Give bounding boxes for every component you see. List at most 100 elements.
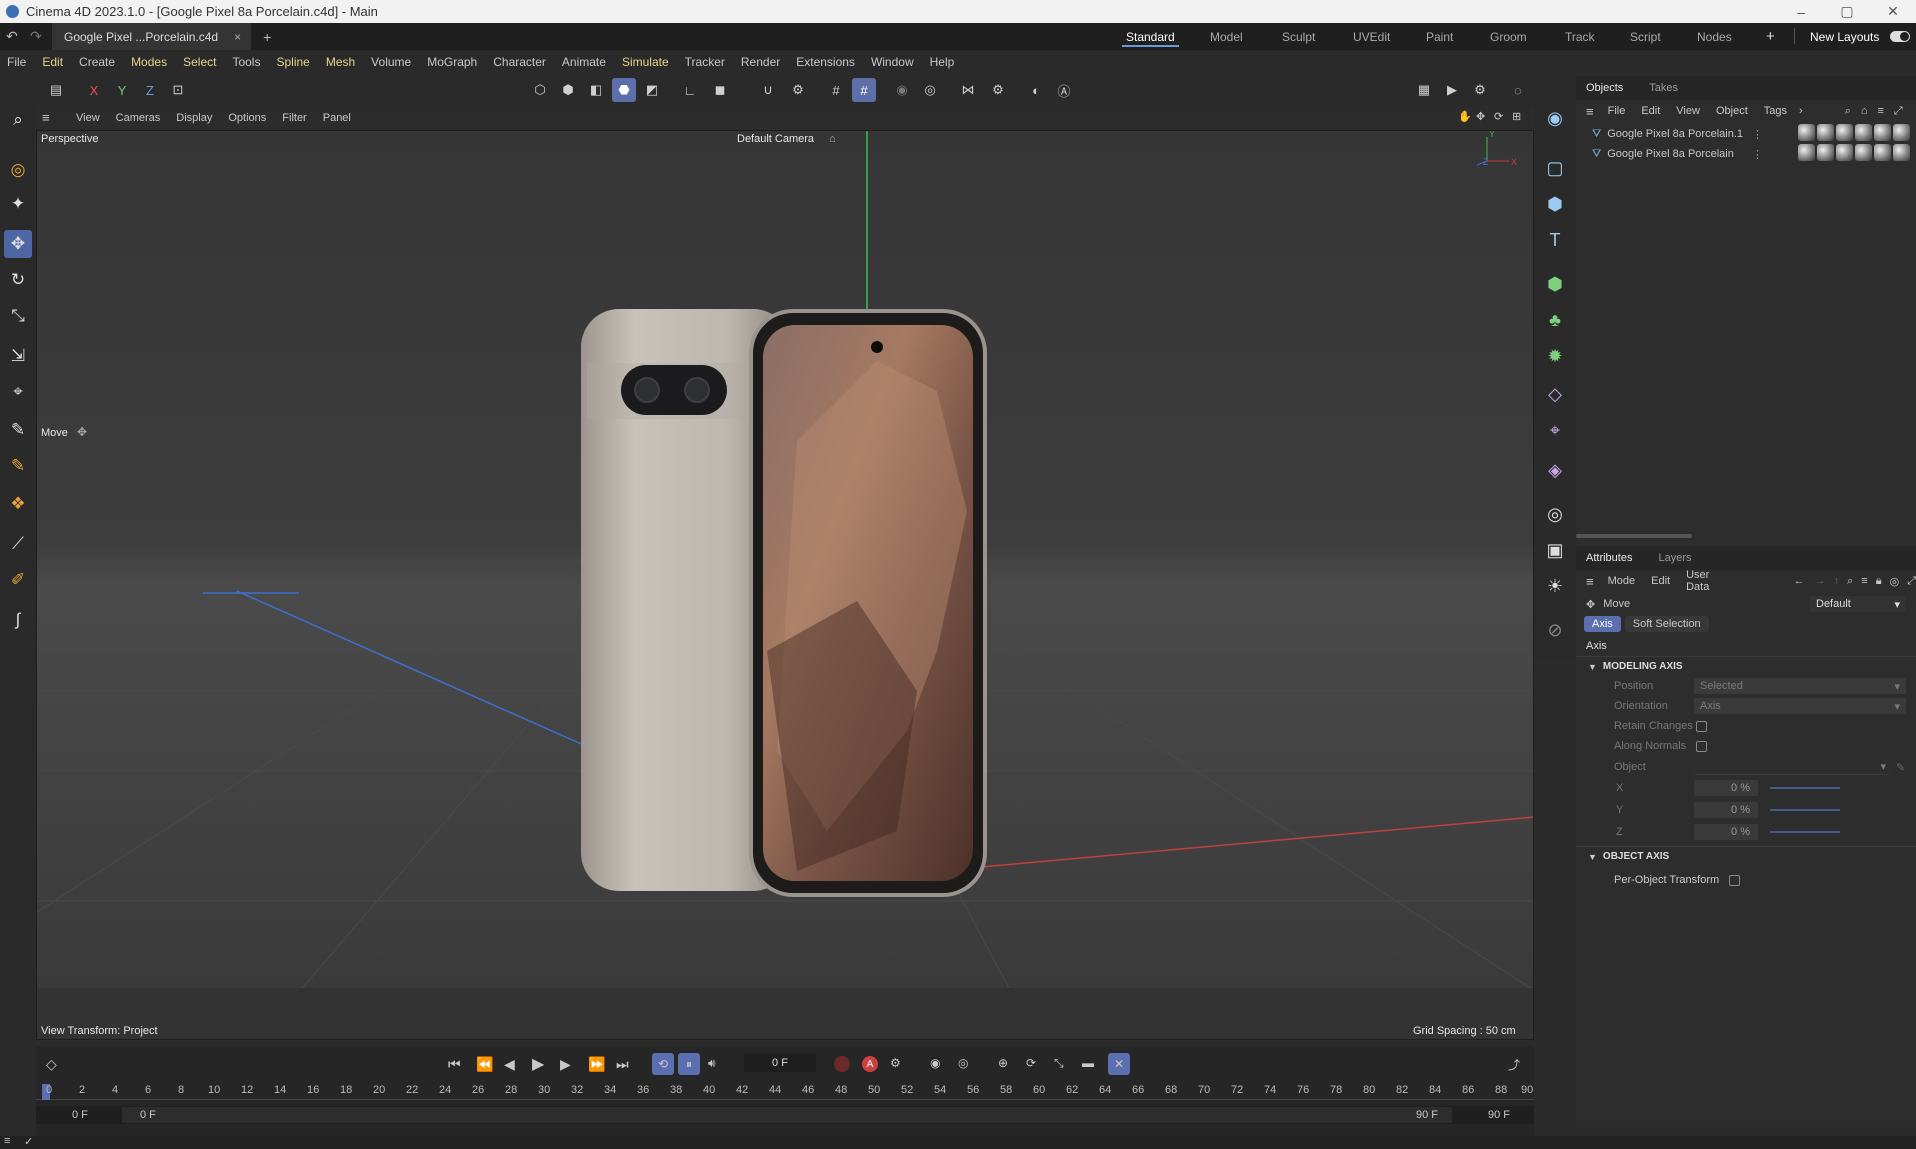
layout-tab-script[interactable]: Script — [1630, 23, 1661, 50]
add-tab-button[interactable]: + — [263, 29, 271, 45]
axis-mode-icon[interactable]: ∟ — [678, 78, 702, 102]
y-value-field[interactable]: 0 % — [1694, 802, 1758, 818]
viewport-camera-label[interactable]: Default Camera — [737, 133, 814, 145]
status-menu-icon[interactable]: ≡ — [4, 1135, 10, 1147]
current-frame-field[interactable]: 0 F — [744, 1054, 816, 1072]
orientation-dropdown[interactable]: Axis ▾ — [1694, 698, 1906, 714]
menu-mesh[interactable]: Mesh — [326, 55, 355, 69]
texture-mode-icon[interactable]: ◼ — [708, 78, 732, 102]
collapse-arrow-icon[interactable]: ▼ — [1588, 662, 1597, 672]
go-to-start-button[interactable]: ⏮ — [448, 1056, 461, 1073]
subtab-soft-selection[interactable]: Soft Selection — [1624, 616, 1709, 632]
symmetry-settings-icon[interactable]: ⚙ — [986, 78, 1010, 102]
z-value-field[interactable]: 0 % — [1694, 824, 1758, 840]
attributes-search-icon[interactable]: ⌕ — [1847, 575, 1853, 588]
camera-icon[interactable]: ⌂ — [829, 133, 836, 145]
x-slider[interactable] — [1770, 787, 1840, 789]
attributes-menu-mode[interactable]: Mode — [1608, 575, 1636, 587]
menu-render[interactable]: Render — [741, 55, 780, 69]
coordinate-system-icon[interactable]: ⊡ — [166, 78, 190, 102]
axis-z-button[interactable]: Z — [138, 78, 162, 102]
viewport-menu-options[interactable]: Options — [228, 112, 266, 124]
attributes-menu-edit[interactable]: Edit — [1651, 575, 1670, 587]
visibility-dots-icon[interactable]: ⋮ — [1752, 148, 1763, 161]
retain-changes-checkbox[interactable] — [1696, 720, 1707, 732]
viewport-maximize-icon[interactable]: ⊞ — [1512, 110, 1521, 123]
subtab-axis[interactable]: Axis — [1584, 616, 1621, 632]
viewport-menu-panel[interactable]: Panel — [323, 112, 351, 124]
objects-menu-file[interactable]: File — [1608, 105, 1626, 117]
key-settings-icon[interactable]: ⚙ — [890, 1056, 901, 1070]
objects-filter-icon[interactable]: ≡ — [1878, 105, 1884, 117]
autokey-button[interactable]: A — [862, 1056, 878, 1072]
menu-help[interactable]: Help — [930, 55, 955, 69]
objects-hamburger-icon[interactable]: ≡ — [1586, 104, 1594, 119]
tab-takes[interactable]: Takes — [1649, 82, 1678, 94]
null-object-icon[interactable]: ▢ — [1541, 154, 1569, 182]
object-row[interactable]: ⛛ Google Pixel 8a Porcelain.1 ⋮ — [1576, 124, 1916, 144]
model-mode-icon[interactable]: ⬣ — [612, 78, 636, 102]
attributes-menu-user-data[interactable]: User Data — [1686, 569, 1724, 593]
position-dropdown[interactable]: Selected ▾ — [1694, 678, 1906, 694]
next-frame-button[interactable]: ▶ — [560, 1056, 571, 1073]
layout-tab-sculpt[interactable]: Sculpt — [1282, 23, 1315, 50]
attributes-settings-icon[interactable]: ◎ — [1890, 575, 1900, 588]
edges-mode-icon[interactable]: ⬢ — [556, 78, 580, 102]
redshift-icon[interactable]: Ⓐ — [1052, 78, 1076, 102]
knife-tool-icon[interactable]: ∫ — [4, 606, 32, 634]
viewport-hamburger-icon[interactable]: ≡ — [42, 110, 50, 125]
uv-mode-icon[interactable]: ◩ — [640, 78, 664, 102]
per-object-checkbox[interactable] — [1729, 874, 1741, 886]
viewport-menu-filter[interactable]: Filter — [282, 112, 306, 124]
layout-tab-uvedit[interactable]: UVEdit — [1353, 23, 1390, 50]
live-selection-icon[interactable]: ◎ — [4, 156, 32, 184]
loop-button[interactable]: ⟲ — [652, 1053, 674, 1075]
generator-icon[interactable]: ⬢ — [1541, 270, 1569, 298]
grid-icon[interactable]: # — [824, 78, 848, 102]
menu-tools[interactable]: Tools — [232, 55, 260, 69]
visibility-dots-icon[interactable]: ⋮ — [1752, 128, 1763, 141]
new-layouts-menu[interactable]: New Layouts — [1810, 23, 1879, 50]
mograph-icon[interactable]: ❖ — [4, 490, 32, 518]
timeline-ruler[interactable]: 02 46 8 10 12 14 16 18 20 22 24 26 28 30 32 34 … — [36, 1084, 1534, 1100]
menu-extensions[interactable]: Extensions — [796, 55, 855, 69]
preset-dropdown[interactable]: Default ▾ — [1810, 596, 1906, 612]
snap-magnet-icon[interactable]: ∪ — [756, 78, 780, 102]
objects-expand-icon[interactable]: ⤢ — [1894, 105, 1903, 118]
field-icon[interactable]: ◇ — [1541, 380, 1569, 408]
menu-mograph[interactable]: MoGraph — [427, 55, 477, 69]
cloner-icon[interactable]: ♣ — [1541, 306, 1569, 334]
tab-layers[interactable]: Layers — [1658, 552, 1691, 564]
objects-search-icon[interactable]: ⌕ — [1845, 105, 1851, 118]
previous-key-button[interactable]: ⏪ — [476, 1056, 493, 1073]
modeling-axis-header[interactable]: MODELING AXIS — [1603, 661, 1683, 672]
collapse-arrow-icon[interactable]: ▼ — [1588, 852, 1597, 862]
layout-tab-standard[interactable]: Standard — [1122, 23, 1179, 50]
spline-tools-icon[interactable]: ✎ — [4, 452, 32, 480]
key-rotation-icon[interactable]: ⟳ — [1026, 1056, 1036, 1070]
layout-tab-paint[interactable]: Paint — [1426, 23, 1453, 50]
z-slider[interactable] — [1770, 831, 1840, 833]
y-slider[interactable] — [1770, 809, 1840, 811]
objects-menu-view[interactable]: View — [1676, 105, 1700, 117]
axis-x-button[interactable]: X — [82, 78, 106, 102]
layout-tab-groom[interactable]: Groom — [1490, 23, 1527, 50]
forward-arrow-icon[interactable]: → — [1815, 575, 1826, 587]
menu-simulate[interactable]: Simulate — [622, 55, 669, 69]
menu-edit[interactable]: Edit — [42, 55, 63, 69]
paint-brush-icon[interactable]: ⟋ — [4, 530, 32, 558]
spline-pen-icon[interactable]: ✎ — [4, 416, 32, 444]
start-frame-field[interactable]: 0 F — [72, 1109, 88, 1121]
previous-frame-button[interactable]: ◀ — [504, 1056, 515, 1073]
polygons-mode-icon[interactable]: ◧ — [584, 78, 608, 102]
lock-workplane-icon[interactable]: ◎ — [918, 78, 942, 102]
soft-selection-icon[interactable]: ◉ — [890, 78, 914, 102]
menu-volume[interactable]: Volume — [371, 55, 411, 69]
deformer-icon[interactable]: ✹ — [1541, 342, 1569, 370]
objects-menu-tags[interactable]: Tags — [1764, 105, 1787, 117]
close-tab-icon[interactable]: × — [234, 30, 241, 44]
sculpt-brush-icon[interactable]: ✐ — [4, 566, 32, 594]
menu-animate[interactable]: Animate — [562, 55, 606, 69]
undo-icon[interactable]: ↶ — [6, 28, 18, 45]
add-layout-button[interactable]: + — [1766, 23, 1775, 50]
